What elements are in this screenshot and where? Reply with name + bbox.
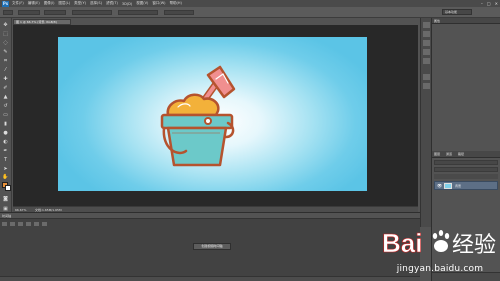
minimize-button[interactable]: – — [481, 1, 483, 6]
photoshop-logo: Ps — [2, 0, 9, 7]
tool-preset-picker[interactable] — [3, 10, 13, 15]
menu-help[interactable]: 帮助(H) — [170, 1, 182, 6]
lasso-tool-icon[interactable]: ◌ — [2, 40, 9, 47]
maximize-button[interactable]: □ — [487, 1, 491, 6]
timeline-tab[interactable]: 时间轴 — [2, 213, 11, 219]
baidu-jingyan-watermark: Bai 经验 jingyan.baidu.com — [380, 222, 500, 278]
path-select-tool-icon[interactable]: ➤ — [2, 166, 9, 173]
close-button[interactable]: ✕ — [495, 1, 498, 6]
sand-icon — [166, 93, 220, 117]
quick-select-tool-icon[interactable]: ✎ — [2, 49, 9, 56]
styles-panel-icon[interactable] — [423, 58, 430, 64]
distribute-buttons[interactable] — [118, 10, 158, 15]
create-video-timeline-button[interactable]: 创建视频时间轴 — [193, 243, 231, 250]
previous-frame-icon[interactable] — [10, 222, 15, 226]
paragraph-panel-icon[interactable] — [423, 83, 430, 89]
option-transform-controls[interactable] — [44, 10, 66, 15]
marquee-tool-icon[interactable]: ⬚ — [2, 31, 9, 38]
collapsed-panel-strip — [420, 18, 431, 227]
tab-channels[interactable]: 通道 — [446, 151, 452, 158]
settings-icon[interactable] — [42, 222, 47, 226]
next-frame-icon[interactable] — [26, 222, 31, 226]
workspace-switcher[interactable]: 基本功能 — [442, 9, 472, 15]
healing-tool-icon[interactable]: ✚ — [2, 76, 9, 83]
document-tab[interactable]: 图 1 @ 66.7% (背景, RGB/8) — [13, 19, 71, 25]
timeline-panel: 时间轴 创建视频时间轴 — [0, 212, 420, 281]
play-icon[interactable] — [18, 222, 23, 226]
audio-icon[interactable] — [34, 222, 39, 226]
bucket-body — [166, 126, 228, 167]
layer-row[interactable]: 👁 背景 — [434, 181, 498, 190]
menu-type[interactable]: 类型(Y) — [74, 1, 86, 6]
menu-layer[interactable]: 图层(L) — [58, 1, 70, 6]
timeline-header: 时间轴 — [0, 213, 420, 219]
options-bar: 基本功能 — [0, 7, 500, 18]
gradient-tool-icon[interactable]: ▮ — [2, 121, 9, 128]
blur-tool-icon[interactable]: ● — [2, 130, 9, 137]
timeline-footer — [0, 276, 420, 281]
layer-filter-select[interactable] — [434, 160, 498, 165]
properties-tab[interactable]: 属性 — [434, 18, 440, 24]
first-frame-icon[interactable] — [2, 222, 7, 226]
layer-thumbnail — [444, 183, 452, 189]
align-buttons[interactable] — [72, 10, 112, 15]
menu-view[interactable]: 视图(V) — [136, 1, 148, 6]
menu-select[interactable]: 选择(S) — [90, 1, 102, 6]
properties-panel-body — [432, 25, 500, 145]
tools-panel: ✥ ⬚ ◌ ✎ ⌗ ⁄ ✚ ✐ ▲ ↺ ▭ ▮ ● ◐ ✒ T ➤ ✋ ◙ ▣ — [0, 18, 12, 227]
blend-mode-select[interactable] — [434, 167, 498, 172]
eye-icon[interactable]: 👁 — [437, 183, 442, 189]
type-tool-icon[interactable]: T — [2, 157, 9, 164]
menu-filter[interactable]: 滤镜(T) — [106, 1, 118, 6]
hand-tool-icon[interactable]: ✋ — [2, 174, 9, 181]
adjustments-panel-icon[interactable] — [423, 49, 430, 55]
menu-bar: Ps 文件(F) 编辑(E) 图像(I) 图层(L) 类型(Y) 选择(S) 滤… — [0, 0, 500, 7]
baidu-logo: Bai 经验 — [382, 228, 496, 259]
watermark-url: jingyan.baidu.com — [396, 264, 484, 274]
pen-tool-icon[interactable]: ✒ — [2, 148, 9, 155]
svg-text:经验: 经验 — [452, 233, 496, 258]
sand-bucket-illustration — [160, 65, 236, 167]
canvas[interactable] — [58, 37, 367, 191]
timeline-playback-controls — [2, 222, 62, 228]
clone-stamp-tool-icon[interactable]: ▲ — [2, 94, 9, 101]
history-panel-icon[interactable] — [423, 22, 430, 28]
layers-panel-header: 图层 通道 路径 — [432, 151, 500, 158]
bucket-rim — [160, 113, 234, 130]
menu-3d[interactable]: 3D(D) — [122, 2, 132, 6]
svg-text:Bai: Bai — [382, 228, 422, 258]
menu-file[interactable]: 文件(F) — [12, 1, 24, 6]
brush-tool-icon[interactable]: ✐ — [2, 85, 9, 92]
menu-window[interactable]: 窗口(W) — [152, 1, 165, 6]
tab-paths[interactable]: 路径 — [458, 151, 464, 158]
character-panel-icon[interactable] — [423, 74, 430, 80]
layer-lock-controls[interactable] — [434, 174, 498, 179]
quick-mask-icon[interactable]: ◙ — [2, 196, 9, 203]
swatches-panel-icon[interactable] — [423, 40, 430, 46]
color-panel-icon[interactable] — [423, 31, 430, 37]
dodge-tool-icon[interactable]: ◐ — [2, 139, 9, 146]
move-tool-icon[interactable]: ✥ — [2, 22, 9, 29]
menu-image[interactable]: 图像(I) — [44, 1, 55, 6]
eraser-tool-icon[interactable]: ▭ — [2, 112, 9, 119]
3d-mode-buttons[interactable] — [164, 10, 194, 15]
menu-edit[interactable]: 编辑(E) — [28, 1, 40, 6]
background-color-swatch[interactable] — [5, 185, 11, 191]
eyedropper-tool-icon[interactable]: ⁄ — [2, 67, 9, 74]
window-controls: – □ ✕ — [481, 0, 498, 7]
history-brush-tool-icon[interactable]: ↺ — [2, 103, 9, 110]
crop-tool-icon[interactable]: ⌗ — [2, 58, 9, 65]
layer-name: 背景 — [455, 184, 462, 188]
option-auto-select[interactable] — [18, 10, 40, 15]
tab-layers[interactable]: 图层 — [434, 151, 440, 158]
properties-panel-header: 属性 — [432, 18, 500, 24]
